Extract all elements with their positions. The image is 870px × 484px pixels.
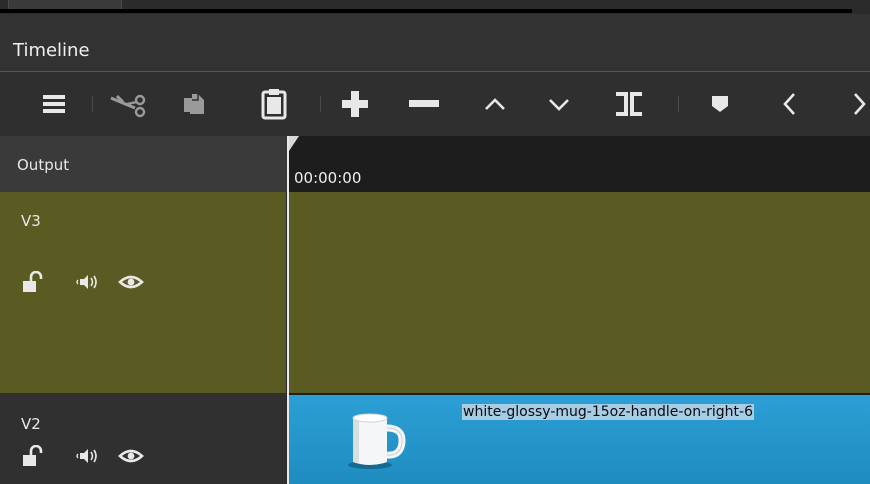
playhead-line[interactable] — [287, 136, 289, 484]
minus-icon — [408, 90, 440, 118]
timeline-titlebar — [0, 14, 870, 72]
track-controls — [20, 445, 146, 467]
track-name: V3 — [21, 212, 41, 230]
mug-thumbnail — [347, 410, 409, 474]
overwrite-button[interactable] — [539, 84, 579, 124]
marker-button[interactable] — [700, 84, 740, 124]
time-ruler[interactable]: 00:00:00 — [287, 136, 870, 192]
copy-icon — [180, 90, 208, 118]
track-lane-v3[interactable] — [287, 192, 870, 393]
top-strip — [0, 0, 870, 14]
timeline-toolbar — [0, 72, 870, 136]
toolbar-separator — [92, 96, 93, 112]
chevron-right-icon — [849, 91, 870, 117]
chevron-down-icon — [547, 92, 571, 116]
marker-icon — [709, 93, 731, 115]
top-divider — [0, 9, 852, 13]
toolbar-separator — [678, 96, 679, 112]
output-header: Output — [0, 136, 287, 192]
eye-icon[interactable] — [116, 273, 146, 291]
unlock-icon[interactable] — [20, 271, 46, 293]
track-name: V2 — [21, 415, 41, 433]
panel-title: Timeline — [13, 40, 90, 61]
lift-button[interactable] — [475, 84, 515, 124]
cut-button[interactable] — [109, 84, 149, 124]
copy-button[interactable] — [174, 84, 214, 124]
split-icon — [614, 91, 644, 117]
paste-button[interactable] — [254, 84, 294, 124]
chevron-up-icon — [483, 92, 507, 116]
eye-icon[interactable] — [116, 447, 146, 465]
next-button[interactable] — [835, 84, 870, 124]
clip-label: white-glossy-mug-15oz-handle-on-right-6 — [462, 404, 754, 420]
track-header-v3[interactable]: V3 — [0, 192, 287, 393]
output-label: Output — [17, 156, 70, 174]
speaker-icon[interactable] — [66, 447, 106, 465]
toolbar-separator — [320, 96, 321, 112]
unlock-icon[interactable] — [20, 445, 46, 467]
plus-icon — [341, 90, 369, 118]
clipboard-icon — [260, 88, 288, 120]
split-button[interactable] — [609, 84, 649, 124]
previous-button[interactable] — [770, 84, 810, 124]
track-header-v2[interactable]: V2 — [0, 393, 287, 484]
track-controls — [20, 271, 146, 293]
ruler-timecode: 00:00:00 — [294, 169, 362, 187]
hamburger-menu-icon — [42, 92, 66, 116]
chevron-left-icon — [779, 91, 801, 117]
remove-button[interactable] — [404, 84, 444, 124]
scissors-icon — [109, 90, 149, 118]
speaker-icon[interactable] — [66, 273, 106, 291]
timeline-clip[interactable]: white-glossy-mug-15oz-handle-on-right-6 — [289, 395, 870, 484]
append-button[interactable] — [335, 84, 375, 124]
menu-button[interactable] — [34, 84, 74, 124]
